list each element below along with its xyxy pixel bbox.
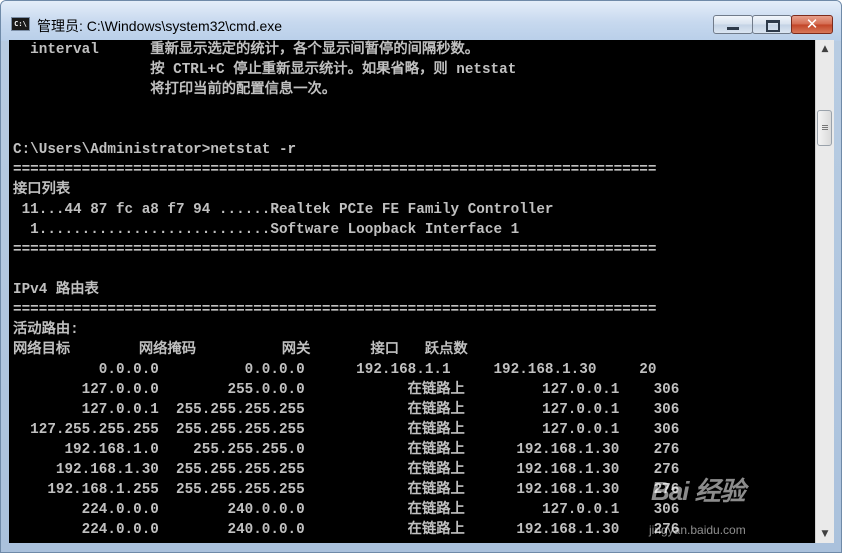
window-title: 管理员: C:\Windows\system32\cmd.exe	[37, 18, 283, 34]
minimize-button[interactable]	[713, 15, 753, 34]
baidu-watermark: Bai 经验 jingyan.baidu.com	[649, 471, 746, 537]
cmd-window: C:\ 管理员: C:\Windows\system32\cmd.exe ✕ i…	[0, 0, 842, 553]
close-button[interactable]: ✕	[791, 15, 833, 34]
scroll-down-arrow-icon[interactable]: ▼	[816, 525, 834, 543]
grip-icon	[822, 125, 828, 126]
scroll-thumb[interactable]	[817, 110, 832, 146]
cmd-app-icon[interactable]: C:\	[11, 17, 30, 31]
title-bar[interactable]: C:\ 管理员: C:\Windows\system32\cmd.exe ✕	[1, 1, 841, 41]
console-text: interval 重新显示选定的统计，各个显示间暂停的间隔秒数。 按 CTRL+…	[13, 42, 680, 538]
scroll-up-arrow-icon[interactable]: ▲	[816, 40, 834, 58]
watermark-logo: Bai 经验	[651, 476, 746, 506]
minimize-icon	[727, 27, 739, 30]
close-icon: ✕	[805, 15, 819, 33]
watermark-site: jingyan.baidu.com	[649, 523, 746, 537]
maximize-button[interactable]	[752, 15, 792, 34]
vertical-scrollbar[interactable]: ▲ ▼	[815, 40, 834, 543]
maximize-icon	[766, 20, 780, 32]
console-output[interactable]: interval 重新显示选定的统计，各个显示间暂停的间隔秒数。 按 CTRL+…	[9, 40, 815, 543]
